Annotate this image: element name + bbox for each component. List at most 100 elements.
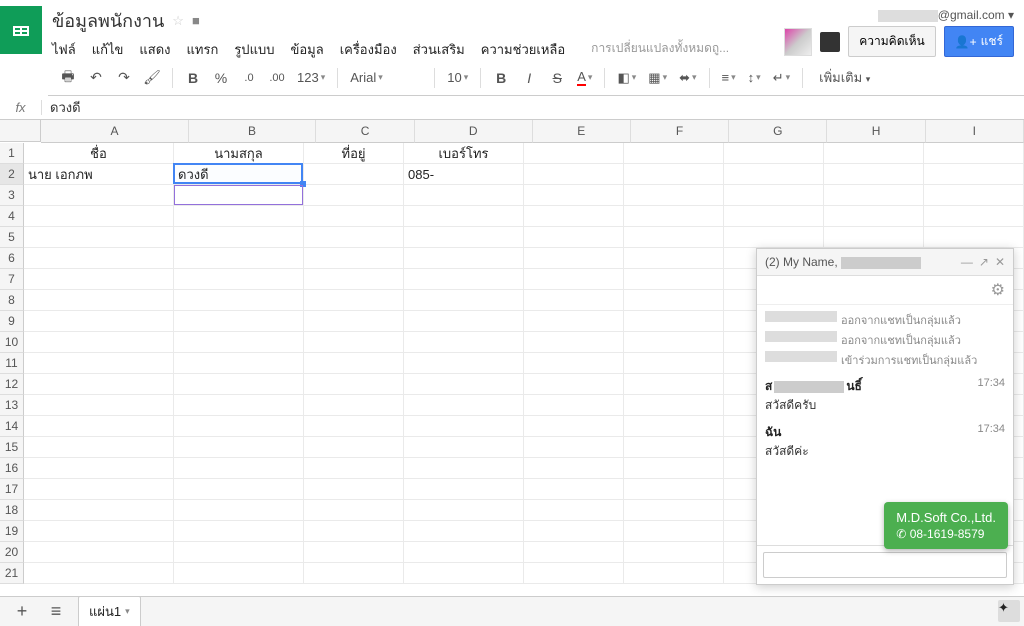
cell-B21[interactable] (174, 563, 304, 584)
cell-C15[interactable] (304, 437, 404, 458)
cell-D13[interactable] (404, 395, 524, 416)
cell-E8[interactable] (524, 290, 624, 311)
font-size-dropdown[interactable]: 10▾ (443, 70, 472, 85)
cell-C20[interactable] (304, 542, 404, 563)
cell-D21[interactable] (404, 563, 524, 584)
sheet-tab-1[interactable]: แผ่น1▾ (78, 596, 141, 626)
cell-C8[interactable] (304, 290, 404, 311)
paint-format-icon[interactable]: 🖌 (140, 66, 164, 90)
cell-C3[interactable] (304, 185, 404, 206)
cell-C7[interactable] (304, 269, 404, 290)
cell-B15[interactable] (174, 437, 304, 458)
cell-E13[interactable] (524, 395, 624, 416)
cell-E5[interactable] (524, 227, 624, 248)
chat-close-icon[interactable]: ✕ (995, 255, 1005, 269)
cell-F4[interactable] (624, 206, 724, 227)
row-header-10[interactable]: 10 (0, 332, 24, 353)
col-header-D[interactable]: D (415, 120, 533, 143)
cell-D5[interactable] (404, 227, 524, 248)
cell-D2[interactable]: 085- (404, 164, 524, 185)
cell-C9[interactable] (304, 311, 404, 332)
cell-C5[interactable] (304, 227, 404, 248)
cell-E9[interactable] (524, 311, 624, 332)
cell-G2[interactable] (724, 164, 824, 185)
cell-A14[interactable] (24, 416, 174, 437)
redo-icon[interactable]: ↷ (112, 66, 136, 90)
cell-F14[interactable] (624, 416, 724, 437)
cell-B7[interactable] (174, 269, 304, 290)
increase-decimal-icon[interactable]: .00 (265, 66, 289, 90)
row-header-5[interactable]: 5 (0, 227, 24, 248)
cell-D14[interactable] (404, 416, 524, 437)
merge-dropdown[interactable]: ⬌▾ (675, 70, 700, 86)
row-header-4[interactable]: 4 (0, 206, 24, 227)
row-header-15[interactable]: 15 (0, 437, 24, 458)
cell-C21[interactable] (304, 563, 404, 584)
cell-D4[interactable] (404, 206, 524, 227)
cell-E6[interactable] (524, 248, 624, 269)
cell-F19[interactable] (624, 521, 724, 542)
cell-F6[interactable] (624, 248, 724, 269)
menu-help[interactable]: ความช่วยเหลือ (481, 39, 565, 60)
cell-D11[interactable] (404, 353, 524, 374)
cell-F9[interactable] (624, 311, 724, 332)
cell-A3[interactable] (24, 185, 174, 206)
star-icon[interactable]: ☆ (172, 13, 184, 29)
cell-B5[interactable] (174, 227, 304, 248)
explore-button[interactable]: ✦ (998, 600, 1020, 622)
cell-F20[interactable] (624, 542, 724, 563)
number-format-dropdown[interactable]: 123▾ (293, 70, 329, 85)
chat-settings-icon[interactable]: ⚙ (991, 282, 1005, 299)
cell-A21[interactable] (24, 563, 174, 584)
font-dropdown[interactable]: Arial▾ (346, 70, 426, 85)
row-header-20[interactable]: 20 (0, 542, 24, 563)
bold-icon[interactable]: B (181, 66, 205, 90)
cell-A8[interactable] (24, 290, 174, 311)
cell-D7[interactable] (404, 269, 524, 290)
row-header-18[interactable]: 18 (0, 500, 24, 521)
cell-A16[interactable] (24, 458, 174, 479)
cell-E15[interactable] (524, 437, 624, 458)
cell-B6[interactable] (174, 248, 304, 269)
print-icon[interactable]: 🖶 (56, 66, 80, 90)
cell-D12[interactable] (404, 374, 524, 395)
row-header-19[interactable]: 19 (0, 521, 24, 542)
row-header-7[interactable]: 7 (0, 269, 24, 290)
cell-C2[interactable] (304, 164, 404, 185)
row-header-14[interactable]: 14 (0, 416, 24, 437)
strike-button[interactable]: S (545, 66, 569, 90)
cell-B17[interactable] (174, 479, 304, 500)
select-all-corner[interactable] (0, 120, 41, 142)
cell-A4[interactable] (24, 206, 174, 227)
cell-I4[interactable] (924, 206, 1024, 227)
cell-E2[interactable] (524, 164, 624, 185)
borders-dropdown[interactable]: ▦▾ (644, 70, 671, 86)
cell-A18[interactable] (24, 500, 174, 521)
formula-input[interactable] (42, 100, 1024, 115)
cell-C14[interactable] (304, 416, 404, 437)
menu-view[interactable]: แสดง (139, 39, 170, 60)
cell-I5[interactable] (924, 227, 1024, 248)
cell-I3[interactable] (924, 185, 1024, 206)
comments-button[interactable]: ความคิดเห็น (848, 26, 935, 57)
cell-A1[interactable]: ชื่อ (24, 143, 174, 164)
cell-A9[interactable] (24, 311, 174, 332)
decrease-decimal-icon[interactable]: .0 (237, 66, 261, 90)
cell-G4[interactable] (724, 206, 824, 227)
chat-input[interactable] (763, 552, 1007, 578)
cell-I2[interactable] (924, 164, 1024, 185)
col-header-B[interactable]: B (189, 120, 317, 143)
row-header-17[interactable]: 17 (0, 479, 24, 500)
row-header-11[interactable]: 11 (0, 353, 24, 374)
cell-F5[interactable] (624, 227, 724, 248)
italic-button[interactable]: I (517, 66, 541, 90)
undo-icon[interactable]: ↶ (84, 66, 108, 90)
cell-F11[interactable] (624, 353, 724, 374)
cell-C11[interactable] (304, 353, 404, 374)
row-header-16[interactable]: 16 (0, 458, 24, 479)
cell-E3[interactable] (524, 185, 624, 206)
col-header-F[interactable]: F (631, 120, 729, 143)
cell-F21[interactable] (624, 563, 724, 584)
cell-B20[interactable] (174, 542, 304, 563)
cell-G1[interactable] (724, 143, 824, 164)
